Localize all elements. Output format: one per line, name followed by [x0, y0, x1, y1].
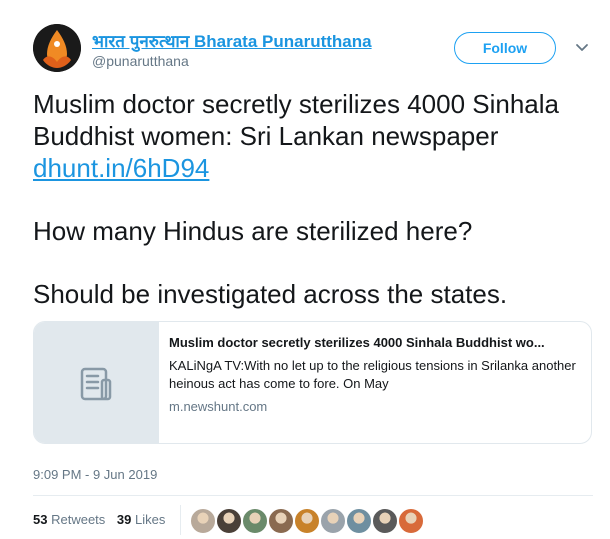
likes-count: 39: [116, 512, 132, 527]
liker-avatar-5[interactable]: [294, 508, 320, 534]
author-handle[interactable]: @punarutthana: [92, 53, 189, 69]
tweet-text-line-2: How many Hindus are sterilized here?: [33, 216, 473, 246]
saffron-lotus-logo-icon: [33, 24, 81, 72]
follow-button[interactable]: Follow: [454, 32, 556, 64]
retweets-label: Retweets: [51, 512, 106, 527]
card-description: KALiNgA TV:With no let up to the religio…: [169, 358, 576, 391]
author-display-name[interactable]: भारत पुनरुत्थान Bharata Punarutthana: [92, 29, 372, 52]
author-avatar[interactable]: [33, 24, 81, 72]
liker-avatar-3[interactable]: [242, 508, 268, 534]
tweet-text-line-3: Should be investigated across the states…: [33, 279, 508, 309]
document-icon: [80, 367, 112, 401]
card-title: Muslim doctor secretly sterilizes 4000 S…: [169, 335, 545, 350]
link-preview-card[interactable]: Muslim doctor secretly sterilizes 4000 S…: [33, 321, 592, 444]
card-domain: m.newshunt.com: [169, 399, 268, 414]
card-thumbnail: [34, 322, 159, 443]
divider: [33, 495, 593, 496]
liker-avatar-2[interactable]: [216, 508, 242, 534]
liker-avatar-8[interactable]: [372, 508, 398, 534]
liker-avatar-9[interactable]: [398, 508, 424, 534]
likes-stat[interactable]: 39 Likes: [117, 512, 165, 527]
tweet-link[interactable]: dhunt.in/6hD94: [33, 153, 209, 183]
liker-avatar-4[interactable]: [268, 508, 294, 534]
liker-avatar-6[interactable]: [320, 508, 346, 534]
retweets-count: 53: [33, 512, 48, 527]
tweet-stats: 53 Retweets 39 Likes: [33, 512, 165, 527]
tweet-timestamp[interactable]: 9:09 PM - 9 Jun 2019: [33, 467, 157, 482]
likes-label: Likes: [135, 512, 166, 527]
tweet-text: Muslim doctor secretly sterilizes 4000 S…: [33, 88, 593, 310]
tweet-text-line-1: Muslim doctor secretly sterilizes 4000 S…: [33, 89, 559, 151]
liker-avatar-7[interactable]: [346, 508, 372, 534]
stats-separator: [180, 505, 181, 535]
liker-avatar-1[interactable]: [190, 508, 216, 534]
chevron-down-icon[interactable]: [574, 40, 590, 56]
retweets-stat[interactable]: 53 Retweets: [33, 512, 105, 527]
